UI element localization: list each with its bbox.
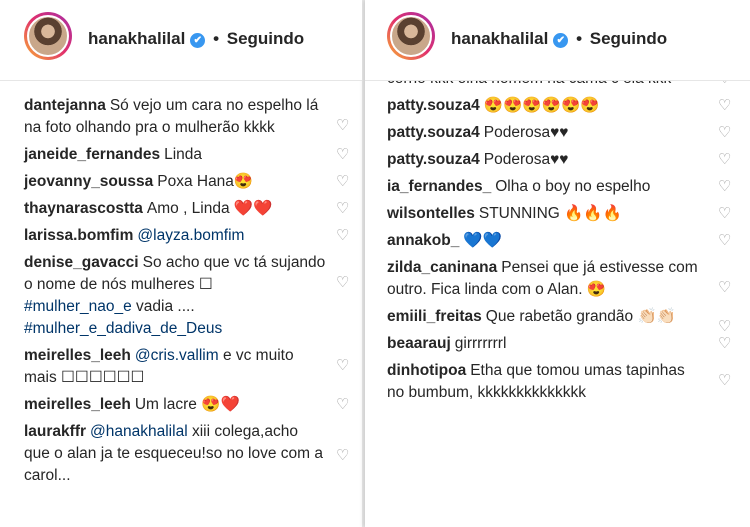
heart-outline-icon[interactable]: ♡ — [336, 448, 350, 463]
following-button[interactable]: Seguindo — [227, 29, 304, 48]
heart-outline-icon[interactable]: ♡ — [718, 152, 732, 167]
avatar-image — [27, 15, 69, 57]
comment-username[interactable]: dantejanna — [24, 97, 106, 114]
comment-item: dantejanna Só vejo um cara no espelho lá … — [24, 95, 349, 139]
comment-text: Que rabetão grandão 👏🏻👏🏻 — [485, 308, 677, 325]
comment-item: zilda_caninana Pensei que já estivesse co… — [387, 257, 731, 301]
comment-item: laurakffr @hanakhalilal xiii colega,acho … — [24, 421, 349, 487]
following-button[interactable]: Seguindo — [590, 29, 667, 48]
heart-outline-icon[interactable]: ♡ — [336, 118, 350, 133]
header-separator: • — [213, 29, 220, 48]
comment-item: patty.souza4 Poderosa♥♥ ♡ — [387, 149, 731, 171]
comment-mention[interactable]: @hanakhalilal — [90, 423, 188, 440]
header-separator: • — [576, 29, 583, 48]
comment-item: denise_gavacci So acho que vc tá sujando … — [24, 252, 349, 340]
heart-outline-icon[interactable]: ♡ — [336, 174, 350, 189]
heart-outline-icon[interactable]: ♡ — [336, 358, 350, 373]
header-username[interactable]: hanakhalilal — [88, 29, 185, 48]
comment-username[interactable]: patty.souza4 — [387, 124, 480, 141]
heart-outline-icon[interactable]: ♡ — [718, 280, 732, 295]
comment-username[interactable]: emiili_freitas — [387, 308, 482, 325]
heart-outline-icon[interactable]: ♡ — [718, 373, 732, 388]
comment-text: Olha o boy no espelho — [495, 178, 651, 195]
comment-text: 😍😍😍😍😍😍 — [483, 97, 600, 114]
comment-username[interactable]: janeide_fernandes — [24, 146, 160, 163]
comment-text: Um lacre 😍❤️ — [134, 396, 240, 413]
right-screenshot-panel: hanakhalilal ✔ • Seguindo corno kkk olha … — [365, 0, 750, 527]
comment-username[interactable]: thaynarascostta — [24, 200, 143, 217]
comment-username[interactable]: annakob_ — [387, 232, 459, 249]
comment-text: Amo , Linda ❤️❤️ — [146, 200, 273, 217]
comment-item: beaarauj girrrrrrrl ♡ — [387, 333, 731, 355]
comment-text: 💙💙 — [463, 232, 502, 249]
header-user-line: hanakhalilal ✔ • Seguindo — [451, 29, 667, 49]
heart-outline-icon[interactable]: ♡ — [718, 98, 732, 113]
heart-outline-icon[interactable]: ♡ — [336, 201, 350, 216]
comment-item: dinhotipoa Etha que tomou umas tapinhas n… — [387, 360, 731, 404]
comment-item: janeide_fernandes Linda ♡ — [24, 144, 349, 166]
heart-outline-icon[interactable]: ♡ — [336, 397, 350, 412]
comment-text: Poderosa♥♥ — [483, 151, 569, 168]
comment-username[interactable]: larissa.bomfim — [24, 227, 133, 244]
heart-outline-icon[interactable]: ♡ — [718, 179, 732, 194]
comment-list: corno kkk olha homem na cama c ela kkk ♡… — [387, 68, 731, 409]
comment-item: emiili_freitas Que rabetão grandão 👏🏻👏🏻 ♡ — [387, 306, 731, 334]
comment-item: jeovanny_soussa Poxa Hana😍 ♡ — [24, 171, 349, 193]
comment-item: annakob_ 💙💙 ♡ — [387, 230, 731, 252]
comment-mention[interactable]: @layza.bomfim — [137, 227, 244, 244]
heart-outline-icon[interactable]: ♡ — [336, 228, 350, 243]
comment-item: wilsontelles STUNNING 🔥🔥🔥 ♡ — [387, 203, 731, 225]
comment-username[interactable]: zilda_caninana — [387, 259, 497, 276]
comment-text: Linda — [164, 146, 203, 163]
comment-text: Poderosa♥♥ — [483, 124, 569, 141]
comment-item: larissa.bomfim @layza.bomfim ♡ — [24, 225, 349, 247]
comment-text: girrrrrrrl — [454, 335, 507, 352]
comment-item: thaynarascostta Amo , Linda ❤️❤️ ♡ — [24, 198, 349, 220]
post-header: hanakhalilal ✔ • Seguindo — [0, 0, 362, 81]
comment-item: meirelles_leeh @cris.vallim e vc muito ma… — [24, 345, 349, 389]
comment-text: STUNNING 🔥🔥🔥 — [478, 205, 623, 222]
profile-avatar[interactable] — [24, 12, 72, 60]
comment-username[interactable]: denise_gavacci — [24, 254, 139, 271]
profile-avatar[interactable] — [387, 12, 435, 60]
comment-username[interactable]: beaarauj — [387, 335, 451, 352]
comment-item: meirelles_leeh Um lacre 😍❤️ ♡ — [24, 394, 349, 416]
panel-bottom-edge — [0, 517, 362, 527]
comment-username[interactable]: patty.souza4 — [387, 151, 480, 168]
comment-username[interactable]: patty.souza4 — [387, 97, 480, 114]
comment-item: ia_fernandes_ Olha o boy no espelho ♡ — [387, 176, 731, 198]
comment-text: vadia .... — [136, 298, 195, 315]
comment-item: patty.souza4 😍😍😍😍😍😍 ♡ — [387, 95, 731, 117]
comment-mention[interactable]: @cris.vallim — [135, 347, 219, 364]
comment-text: Poxa Hana😍 — [157, 173, 254, 190]
comment-item: patty.souza4 Poderosa♥♥ ♡ — [387, 122, 731, 144]
comment-username[interactable]: jeovanny_soussa — [24, 173, 153, 190]
hashtag-link[interactable]: #mulher_e_dadiva_de_Deus — [24, 320, 222, 337]
heart-outline-icon[interactable]: ♡ — [718, 233, 732, 248]
comment-username[interactable]: meirelles_leeh — [24, 396, 131, 413]
comment-username[interactable]: ia_fernandes_ — [387, 178, 491, 195]
heart-outline-icon[interactable]: ♡ — [718, 125, 732, 140]
comment-list: dantejanna Só vejo um cara no espelho lá … — [24, 95, 349, 492]
verified-badge-icon: ✔ — [190, 33, 206, 48]
comment-username[interactable]: dinhotipoa — [387, 362, 466, 379]
comment-username[interactable]: laurakffr — [24, 423, 86, 440]
heart-outline-icon[interactable]: ♡ — [718, 336, 732, 351]
verified-badge-icon: ✔ — [553, 33, 569, 48]
hashtag-link[interactable]: #mulher_nao_e — [24, 298, 132, 315]
heart-outline-icon[interactable]: ♡ — [718, 319, 732, 334]
avatar-image — [390, 15, 432, 57]
header-username[interactable]: hanakhalilal — [451, 29, 548, 48]
heart-outline-icon[interactable]: ♡ — [336, 275, 350, 290]
comment-username[interactable]: wilsontelles — [387, 205, 475, 222]
comment-username[interactable]: meirelles_leeh — [24, 347, 131, 364]
heart-outline-icon[interactable]: ♡ — [336, 147, 350, 162]
header-user-line: hanakhalilal ✔ • Seguindo — [88, 29, 304, 49]
post-header: hanakhalilal ✔ • Seguindo — [365, 0, 750, 81]
heart-outline-icon[interactable]: ♡ — [718, 206, 732, 221]
left-screenshot-panel: hanakhalilal ✔ • Seguindo dantejanna Só ve… — [0, 0, 362, 527]
